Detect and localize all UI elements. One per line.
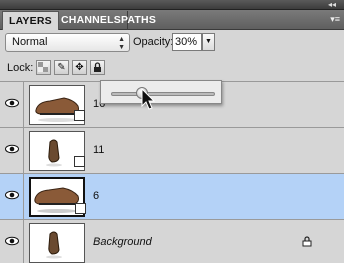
shoe-thumbnail-icon	[46, 231, 62, 259]
visibility-toggle[interactable]	[0, 174, 24, 219]
collapse-icon[interactable]: ◂◂	[328, 0, 336, 10]
tab-paths[interactable]: PATHS	[115, 11, 162, 30]
layer-row-11[interactable]: 11	[0, 128, 344, 174]
eye-icon	[5, 144, 19, 154]
layer-name: 6	[93, 190, 100, 202]
layer-thumbnail[interactable]	[29, 131, 85, 171]
lock-image-brush-icon[interactable]: ✎	[54, 60, 69, 75]
visibility-toggle[interactable]	[0, 82, 24, 127]
layer-row-6[interactable]: 6	[0, 174, 344, 220]
lock-label: Lock:	[7, 62, 34, 74]
smart-object-badge-icon	[75, 203, 86, 214]
tab-layers[interactable]: LAYERS	[2, 11, 59, 31]
eye-icon	[5, 98, 19, 108]
blend-mode-value: Normal	[12, 36, 48, 48]
eye-icon	[5, 190, 19, 200]
visibility-toggle[interactable]	[0, 220, 24, 263]
lock-icon	[302, 236, 312, 247]
panel-titlebar: ◂◂	[0, 0, 344, 10]
layer-thumbnail[interactable]	[29, 177, 86, 217]
layer-thumbnail[interactable]	[29, 223, 85, 263]
layer-name: 11	[93, 144, 105, 156]
lock-row: Lock: ✎ ✥	[0, 57, 344, 79]
opacity-dropdown-button[interactable]: ▼	[202, 33, 215, 51]
visibility-toggle[interactable]	[0, 128, 24, 173]
opacity-slider-track[interactable]	[111, 92, 215, 96]
lock-transparent-checkerboard-icon[interactable]	[36, 60, 51, 75]
eye-icon	[5, 236, 19, 246]
opacity-input[interactable]: 30%	[172, 33, 202, 51]
panel-tabs: LAYERS CHANNELS PATHS ▾≡	[0, 10, 344, 31]
opacity-label: Opacity:	[133, 36, 174, 48]
opacity-slider-popup	[100, 80, 222, 104]
lock-all-padlock-icon[interactable]	[90, 60, 105, 75]
lock-position-move-arrows-icon[interactable]: ✥	[72, 60, 87, 75]
layers-list: 16 11 6 Background	[0, 82, 344, 263]
smart-object-badge-icon	[74, 110, 85, 121]
layer-row-background[interactable]: Background	[0, 220, 344, 263]
layer-name: Background	[93, 236, 152, 248]
blend-mode-select[interactable]: Normal ▲ ▼	[5, 33, 130, 52]
layers-panel: Normal ▲ ▼ Opacity: 30% ▼ Lock: ✎ ✥ 16 1…	[0, 30, 344, 263]
smart-object-badge-icon	[74, 156, 85, 167]
updown-arrows-icon: ▲ ▼	[118, 36, 125, 51]
layer-thumbnail[interactable]	[29, 85, 85, 125]
mouse-pointer-icon	[141, 88, 156, 110]
panel-menu-icon[interactable]: ▾≡	[330, 14, 340, 25]
